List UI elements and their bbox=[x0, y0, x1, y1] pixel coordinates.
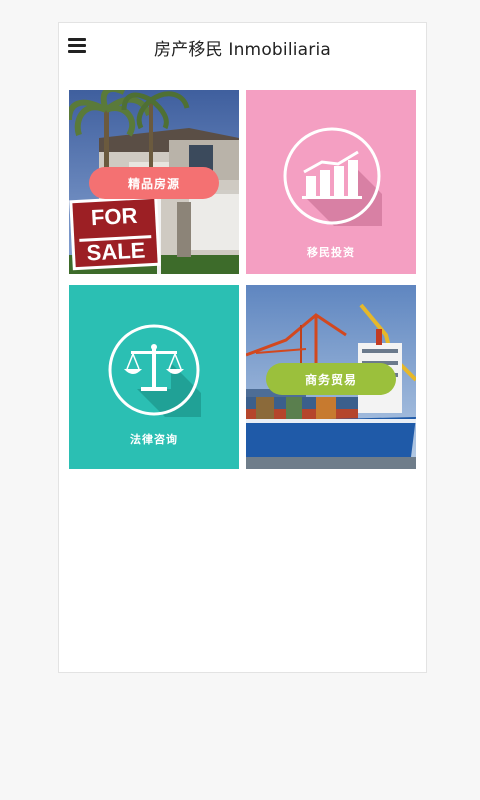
legal-consultation-label: 法律咨询 bbox=[130, 433, 178, 446]
tile-business-trade[interactable]: 商务贸易 bbox=[246, 285, 416, 469]
tile-immigration-investment[interactable]: 移民投资 bbox=[246, 90, 416, 274]
sign-text-for: FOR bbox=[90, 203, 138, 230]
tile-legal-consultation[interactable]: 法律咨询 bbox=[69, 285, 239, 469]
app-frame: 房产移民 Inmobiliaria FOR SALE 精品房源 移民投资 法律咨… bbox=[58, 22, 427, 673]
page-title: 房产移民 Inmobiliaria bbox=[153, 40, 332, 60]
business-trade-label: 商务贸易 bbox=[266, 363, 396, 395]
premium-listings-label: 精品房源 bbox=[89, 167, 219, 199]
immigration-investment-label: 移民投资 bbox=[307, 246, 355, 259]
scales-icon bbox=[108, 324, 201, 417]
sign-text-sale: SALE bbox=[86, 237, 146, 265]
tile-premium-listings[interactable]: FOR SALE 精品房源 bbox=[69, 90, 239, 274]
header: 房产移民 Inmobiliaria bbox=[59, 23, 426, 71]
bar-chart-icon bbox=[283, 127, 382, 226]
